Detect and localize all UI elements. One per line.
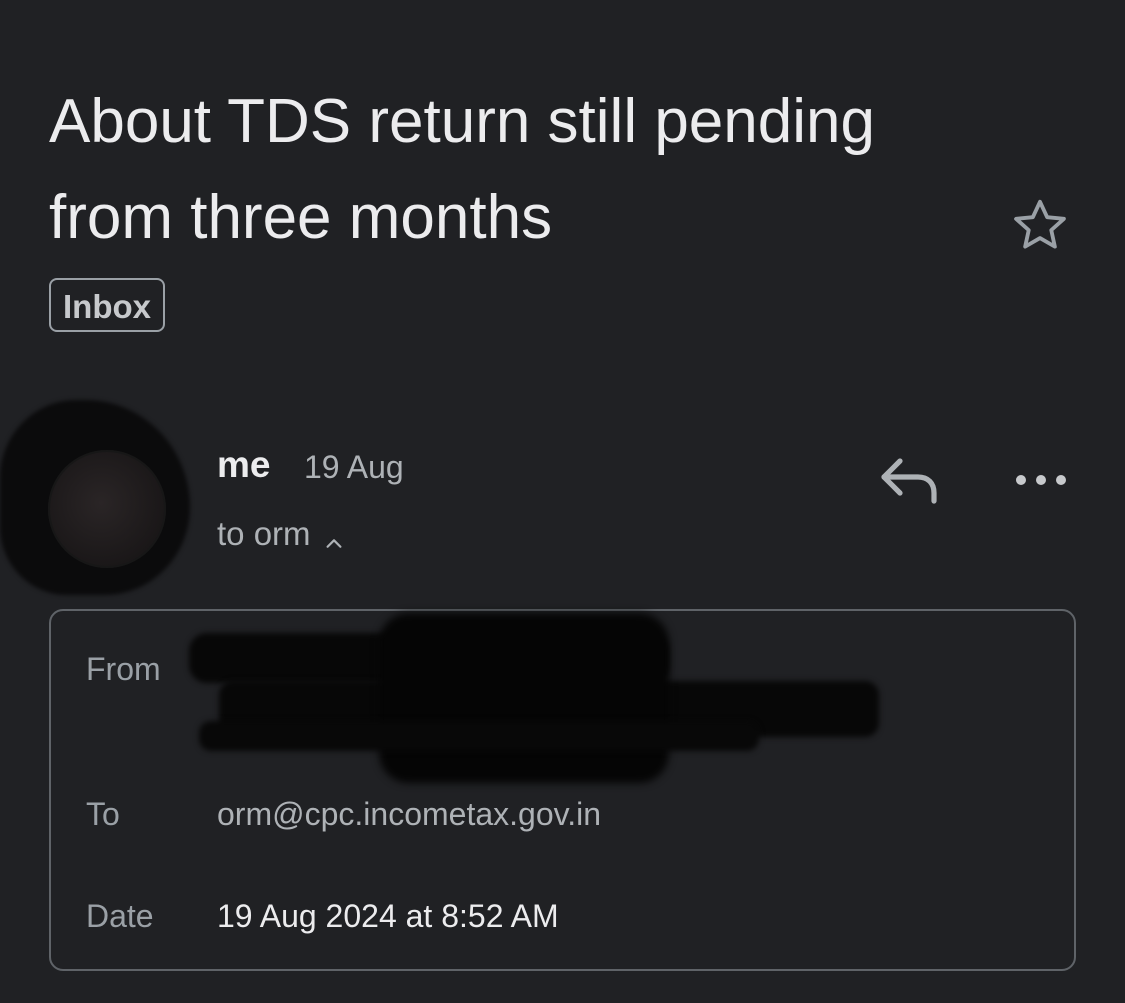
date-value: 19 Aug 2024 at 8:52 AM bbox=[217, 898, 559, 934]
to-address[interactable]: orm@cpc.incometax.gov.in bbox=[217, 796, 601, 833]
avatar[interactable] bbox=[48, 450, 166, 568]
from-label: From bbox=[86, 651, 161, 687]
sender-name[interactable]: me bbox=[217, 444, 270, 486]
recipients-toggle[interactable]: to orm bbox=[217, 515, 345, 553]
sender-avatar-redacted bbox=[0, 400, 200, 600]
more-options-button[interactable] bbox=[1012, 465, 1070, 495]
more-horizontal-icon bbox=[1012, 475, 1070, 499]
chevron-up-icon bbox=[323, 525, 345, 549]
from-value-redacted bbox=[189, 611, 879, 783]
message-details-panel: From To orm@cpc.incometax.gov.in Date 19… bbox=[49, 609, 1076, 971]
message-date: 19 Aug bbox=[304, 449, 404, 485]
star-icon[interactable] bbox=[1007, 193, 1073, 259]
date-label: Date bbox=[86, 898, 154, 934]
recipients-summary: to orm bbox=[217, 515, 311, 552]
email-subject: About TDS return still pending from thre… bbox=[49, 87, 875, 252]
reply-button[interactable] bbox=[878, 455, 942, 507]
to-label: To bbox=[86, 796, 120, 832]
email-view: About TDS return still pending from thre… bbox=[0, 0, 1125, 1003]
label-chip-inbox[interactable]: Inbox bbox=[49, 278, 165, 332]
reply-icon bbox=[878, 458, 942, 511]
